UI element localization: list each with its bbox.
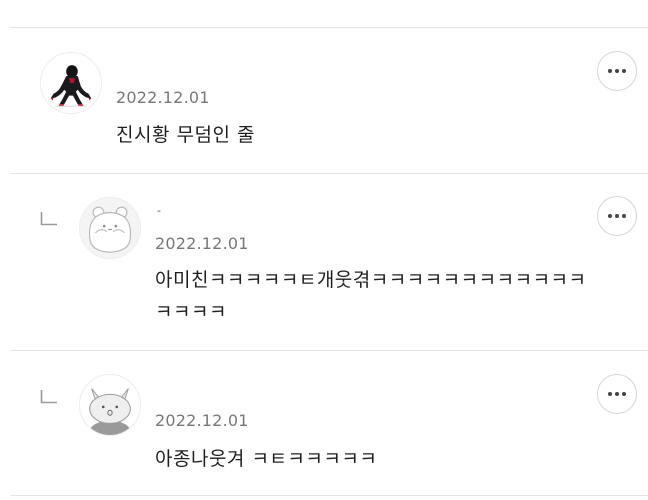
comment-text: 아종나웃겨 ㅋㅌㅋㅋㅋㅋㅋ [155, 448, 378, 470]
divider [10, 27, 648, 28]
spider-man-icon [41, 53, 101, 113]
reply-arrow-icon [40, 390, 58, 404]
comment-text-continued: ㅋㅋㅋㅋ [155, 301, 227, 323]
hamster-icon [80, 198, 140, 258]
more-options-icon [608, 69, 626, 73]
divider [10, 495, 648, 496]
avatar[interactable] [79, 374, 141, 436]
more-options-button[interactable] [597, 196, 637, 236]
divider [10, 173, 648, 174]
more-options-icon [608, 392, 626, 396]
comment-date: 2022.12.01 [155, 234, 249, 253]
divider [10, 350, 648, 351]
comment-date: 2022.12.01 [116, 88, 210, 107]
comment-date: 2022.12.01 [155, 411, 249, 430]
avatar[interactable] [79, 197, 141, 259]
reply-arrow-icon [40, 212, 58, 226]
comment-text: 진시황 무덤인 줄 [116, 124, 255, 146]
more-options-button[interactable] [597, 374, 637, 414]
comment-text: 아미친ㅋㅋㅋㅋㅋㅌ개웃겪ㅋㅋㅋㅋㅋㅋㅋㅋㅋㅋㅋㅋ [155, 269, 587, 291]
more-options-icon [608, 214, 626, 218]
reply-nickname: - [157, 204, 161, 217]
more-options-button[interactable] [597, 51, 637, 91]
avatar[interactable] [40, 52, 102, 114]
cat-icon [80, 375, 140, 435]
